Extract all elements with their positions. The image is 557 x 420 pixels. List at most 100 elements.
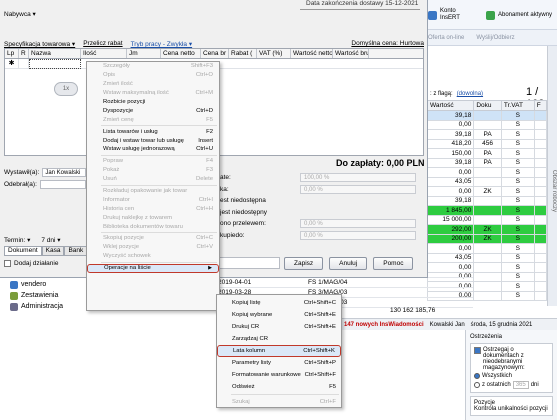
abonament-button[interactable]: Abonament aktywny bbox=[486, 3, 552, 27]
menu-item[interactable]: Kopiuj listę Ctrl+Shift+C bbox=[217, 297, 341, 309]
column-header[interactable]: Tr.VAT bbox=[500, 100, 535, 111]
menu-item-label: Skopiuj pozycje bbox=[103, 235, 144, 242]
menu-item[interactable]: Rozbicie pozycji bbox=[87, 98, 219, 107]
menu-item[interactable]: Drukuj CR Ctrl+Shift+E bbox=[217, 321, 341, 333]
oferta-online-button[interactable]: Oferta on-line bbox=[428, 35, 464, 41]
term-label[interactable]: Termin: ▾ bbox=[4, 236, 30, 244]
flag-filter-label: : z flagą: bbox=[430, 91, 453, 97]
delivery-date-label: Data zakończenia dostawy bbox=[306, 0, 384, 7]
column-header[interactable]: Doku bbox=[473, 100, 502, 111]
grid-column-header[interactable]: Wartość bru bbox=[333, 49, 369, 58]
help-button[interactable]: Pomoc bbox=[373, 257, 414, 270]
grid-column-header[interactable]: R bbox=[19, 49, 29, 58]
warn-checkbox[interactable] bbox=[474, 347, 481, 354]
table-row[interactable]: 292,00 ZK S bbox=[426, 224, 548, 235]
table-cell: S bbox=[500, 157, 535, 168]
grid-column-header[interactable]: Wartość netto bbox=[291, 49, 333, 58]
report-icon bbox=[10, 291, 18, 300]
grid-column-header[interactable]: Cena netto bbox=[161, 49, 201, 58]
table-row[interactable]: 15 000,00 S bbox=[426, 214, 548, 225]
table-cell bbox=[473, 262, 502, 273]
shield-check-icon bbox=[486, 10, 495, 20]
konto-label: Konto InsERT bbox=[440, 8, 460, 21]
delivery-date: Data zakończenia dostawy 15-12-2021 bbox=[306, 0, 418, 7]
radio-all[interactable] bbox=[474, 373, 480, 379]
tab-dokument[interactable]: Dokument bbox=[4, 246, 42, 256]
menu-item-label: Wstaw usługę jednorazową bbox=[103, 146, 175, 153]
days-suffix: dni bbox=[530, 382, 539, 388]
cancel-button[interactable]: Anuluj bbox=[329, 257, 368, 270]
table-row[interactable]: 150,00 PA S bbox=[426, 148, 548, 159]
table-row[interactable]: 43,05 S bbox=[426, 176, 548, 187]
table-row[interactable]: 418,20 456 S bbox=[426, 138, 548, 149]
summary-input[interactable]: 0,00 % bbox=[300, 230, 416, 240]
flag-filter-value[interactable]: (dowolna) bbox=[457, 91, 483, 97]
menu-item[interactable]: Formatowanie warunkowe Ctrl+Shift+F bbox=[217, 369, 341, 381]
menu-item-shortcut: Ctrl+V bbox=[196, 244, 213, 251]
delivery-date-value[interactable]: 15-12-2021 bbox=[385, 0, 418, 7]
menu-item[interactable]: Zarządzaj CR bbox=[217, 333, 341, 345]
received-by-input[interactable] bbox=[39, 179, 86, 189]
issued-by-input[interactable]: Jan Kowalski bbox=[42, 167, 86, 177]
menu-item-shortcut: Ctrl+Shift+F bbox=[304, 372, 336, 378]
summary-input[interactable]: 100,00 % bbox=[300, 173, 416, 182]
add-action[interactable]: Dodaj działanie bbox=[4, 260, 58, 267]
menu-item[interactable]: Wstaw usługę jednorazową Ctrl+U bbox=[87, 145, 219, 154]
tab-bank[interactable]: Bank bbox=[64, 246, 88, 256]
table-row[interactable]: 0,00 ZK S bbox=[426, 186, 548, 197]
radio-last[interactable] bbox=[474, 382, 480, 388]
table-cell bbox=[533, 129, 548, 140]
term-value[interactable]: 7 dni ▾ bbox=[41, 236, 60, 244]
summary-input[interactable]: 0,00 % bbox=[300, 219, 416, 228]
warnings-box: Ostrzegaj o dokumentach z nieodebranymi … bbox=[470, 343, 553, 393]
days-input[interactable]: 365 bbox=[512, 381, 529, 389]
status-bar: 147 nowych InsWiadomości Kowalski Jan śr… bbox=[340, 318, 557, 330]
buyer-label[interactable]: Nabywca ▾ bbox=[4, 10, 36, 18]
add-action-checkbox[interactable] bbox=[4, 260, 11, 267]
menu-item[interactable]: Lata kolumn Ctrl+Shift+K bbox=[217, 345, 341, 357]
new-messages-status[interactable]: 147 nowych InsWiadomości bbox=[344, 322, 424, 328]
menu-item[interactable]: Dyspozycje Ctrl+D bbox=[87, 106, 219, 115]
table-row[interactable]: 39,18 PA S bbox=[426, 129, 548, 140]
column-header[interactable]: F bbox=[533, 100, 548, 111]
grid-column-header[interactable]: VAT (%) bbox=[257, 49, 291, 58]
table-row[interactable]: 200,00 ZK S bbox=[426, 233, 548, 244]
grid-column-header[interactable]: Cena br bbox=[201, 49, 229, 58]
menu-item[interactable]: Lista towarów i usług F2 bbox=[87, 127, 219, 136]
table-row[interactable]: 0,00 S bbox=[426, 243, 548, 254]
table-row[interactable]: 43,05 S bbox=[426, 252, 548, 263]
table-row[interactable]: 39,18 S bbox=[426, 110, 548, 121]
column-header[interactable]: Wartość bbox=[426, 100, 475, 111]
table-cell bbox=[473, 271, 502, 282]
menu-item-label: Operacje na liście bbox=[104, 265, 151, 272]
grid-column-header[interactable]: Lp bbox=[5, 49, 19, 58]
menu-item-shortcut: F3 bbox=[206, 167, 213, 174]
menu-item[interactable]: Operacje na liście ▶ bbox=[87, 263, 219, 273]
table-row[interactable]: 0,00 S bbox=[426, 119, 548, 130]
table-cell: S bbox=[500, 195, 535, 206]
grid-column-header[interactable]: Rabat ( bbox=[229, 49, 257, 58]
table-row[interactable]: 1 845,00 S bbox=[426, 205, 548, 216]
wyslij-odbierz-button[interactable]: Wyślij/Odbierz bbox=[476, 35, 514, 41]
grid-column-header[interactable]: Jm bbox=[127, 49, 161, 58]
table-cell: S bbox=[500, 129, 535, 140]
menu-item[interactable]: Parametry listy Ctrl+Shift+P bbox=[217, 357, 341, 369]
table-row[interactable]: 39,18 S bbox=[426, 195, 548, 206]
table-cell: PA bbox=[473, 129, 502, 140]
summary-input[interactable]: 0,00 % bbox=[300, 184, 416, 194]
save-button[interactable]: Zapisz bbox=[284, 257, 324, 270]
table-row[interactable]: 39,18 PA S bbox=[426, 157, 548, 168]
tab-kasa[interactable]: Kasa bbox=[41, 246, 65, 256]
grid-column-header[interactable]: Ilość bbox=[81, 49, 127, 58]
amount-to-pay: Do zapłaty: 0,00 PLN bbox=[336, 158, 425, 168]
menu-item[interactable]: Odśwież F5 bbox=[217, 381, 341, 393]
menu-item[interactable]: Dodaj i wstaw towar lub usługę Insert bbox=[87, 136, 219, 145]
menu-item-label: Informator bbox=[103, 196, 130, 203]
table-row[interactable]: 0,00 S bbox=[426, 167, 548, 178]
bottom-combo[interactable] bbox=[218, 257, 280, 269]
grid-column-header[interactable]: Nazwa bbox=[29, 49, 81, 58]
menu-separator bbox=[231, 394, 339, 395]
konto-insert-button[interactable]: Konto InsERT bbox=[428, 3, 460, 27]
menu-item[interactable]: Kopiuj wybrane Ctrl+Shift+E bbox=[217, 309, 341, 321]
list-item[interactable]: 2019-04-01 FS 1/MAG/04 bbox=[218, 278, 473, 288]
